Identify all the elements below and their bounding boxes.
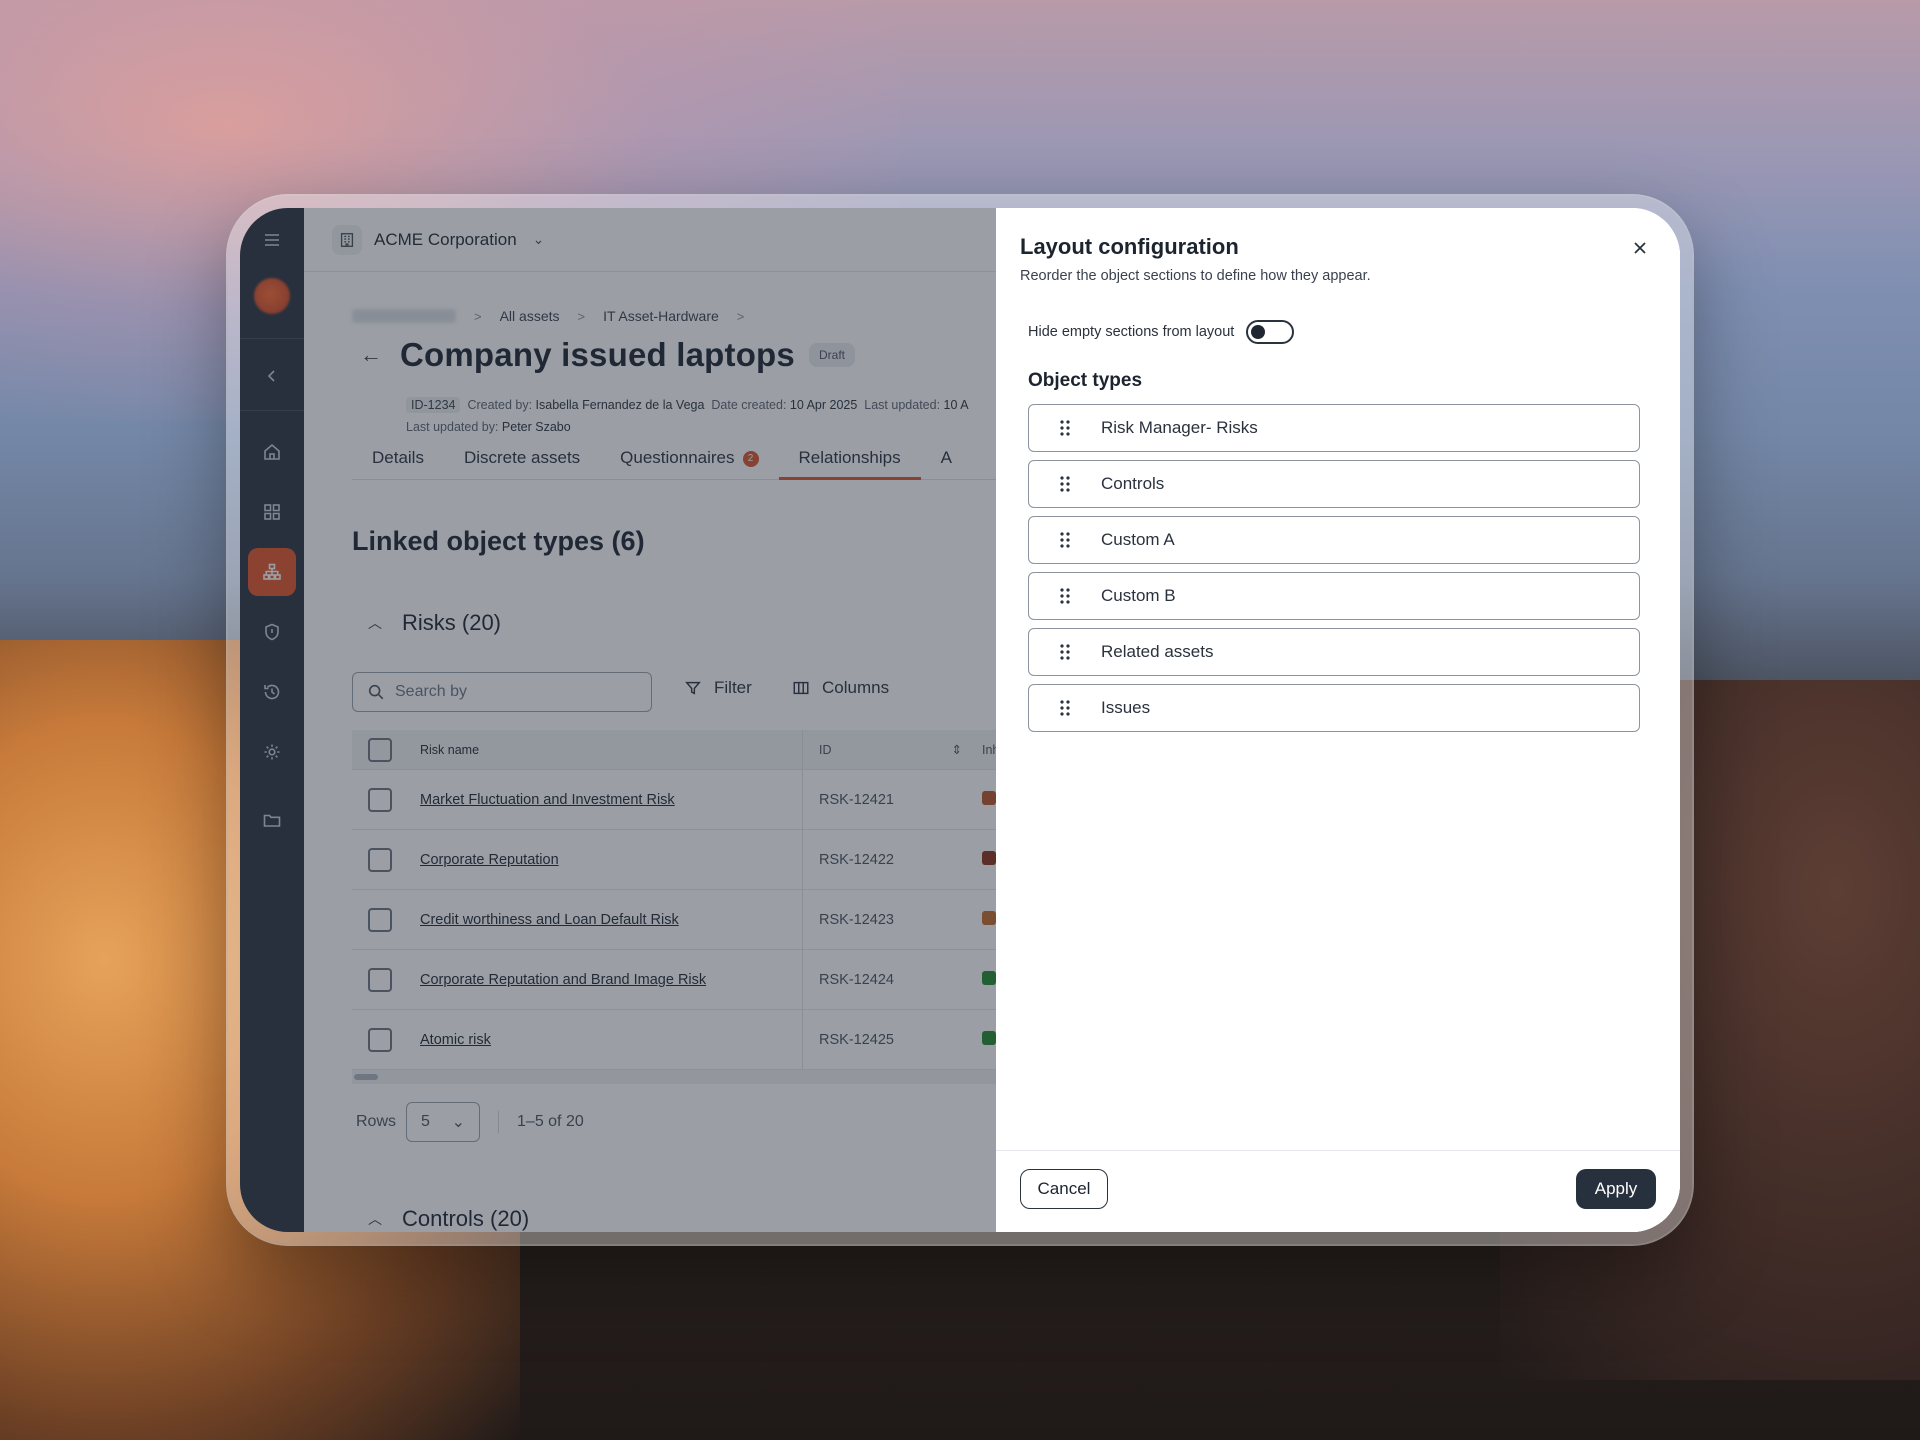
drag-handle-icon[interactable] bbox=[1029, 587, 1101, 605]
drawer-subtitle: Reorder the object sections to define ho… bbox=[1020, 268, 1371, 284]
drag-handle-icon[interactable] bbox=[1029, 643, 1101, 661]
object-type-label: Custom A bbox=[1101, 530, 1175, 549]
drag-handle-icon[interactable] bbox=[1029, 475, 1101, 493]
object-type-label: Related assets bbox=[1101, 642, 1214, 661]
object-type-item[interactable]: Related assets bbox=[1028, 628, 1640, 676]
drag-handle-icon[interactable] bbox=[1029, 419, 1101, 437]
tablet-frame: ACME Corporation ⌄ > All assets > IT Ass… bbox=[228, 196, 1692, 1244]
drag-handle-icon[interactable] bbox=[1029, 531, 1101, 549]
object-type-label: Controls bbox=[1101, 474, 1165, 493]
object-type-label: Issues bbox=[1101, 698, 1151, 717]
toggle-knob bbox=[1251, 325, 1266, 339]
object-type-item[interactable]: Risk Manager- Risks bbox=[1028, 404, 1640, 452]
cancel-button[interactable]: Cancel bbox=[1020, 1169, 1108, 1209]
toggle-label: Hide empty sections from layout bbox=[1028, 324, 1235, 340]
object-type-item[interactable]: Custom B bbox=[1028, 572, 1640, 620]
hide-empty-toggle-row: Hide empty sections from layout bbox=[1028, 320, 1295, 344]
object-type-item[interactable]: Controls bbox=[1028, 460, 1640, 508]
object-types-title: Object types bbox=[1028, 370, 1143, 391]
object-types-list: Risk Manager- Risks Controls Custom A Custo… bbox=[1028, 404, 1640, 740]
object-type-item[interactable]: Issues bbox=[1028, 684, 1640, 732]
close-icon[interactable] bbox=[1628, 236, 1652, 260]
object-type-label: Risk Manager- Risks bbox=[1101, 418, 1258, 437]
tablet-screen: ACME Corporation ⌄ > All assets > IT Ass… bbox=[240, 208, 1680, 1232]
drag-handle-icon[interactable] bbox=[1029, 699, 1101, 717]
object-type-label: Custom B bbox=[1101, 586, 1176, 605]
apply-button[interactable]: Apply bbox=[1576, 1169, 1656, 1209]
modal-backdrop[interactable] bbox=[240, 208, 996, 1232]
hide-empty-toggle[interactable] bbox=[1246, 320, 1295, 344]
drawer-title: Layout configuration bbox=[1020, 234, 1239, 259]
object-type-item[interactable]: Custom A bbox=[1028, 516, 1640, 564]
layout-configuration-drawer: Layout configuration Reorder the object … bbox=[996, 208, 1680, 1232]
drawer-footer: Cancel Apply bbox=[996, 1150, 1680, 1232]
